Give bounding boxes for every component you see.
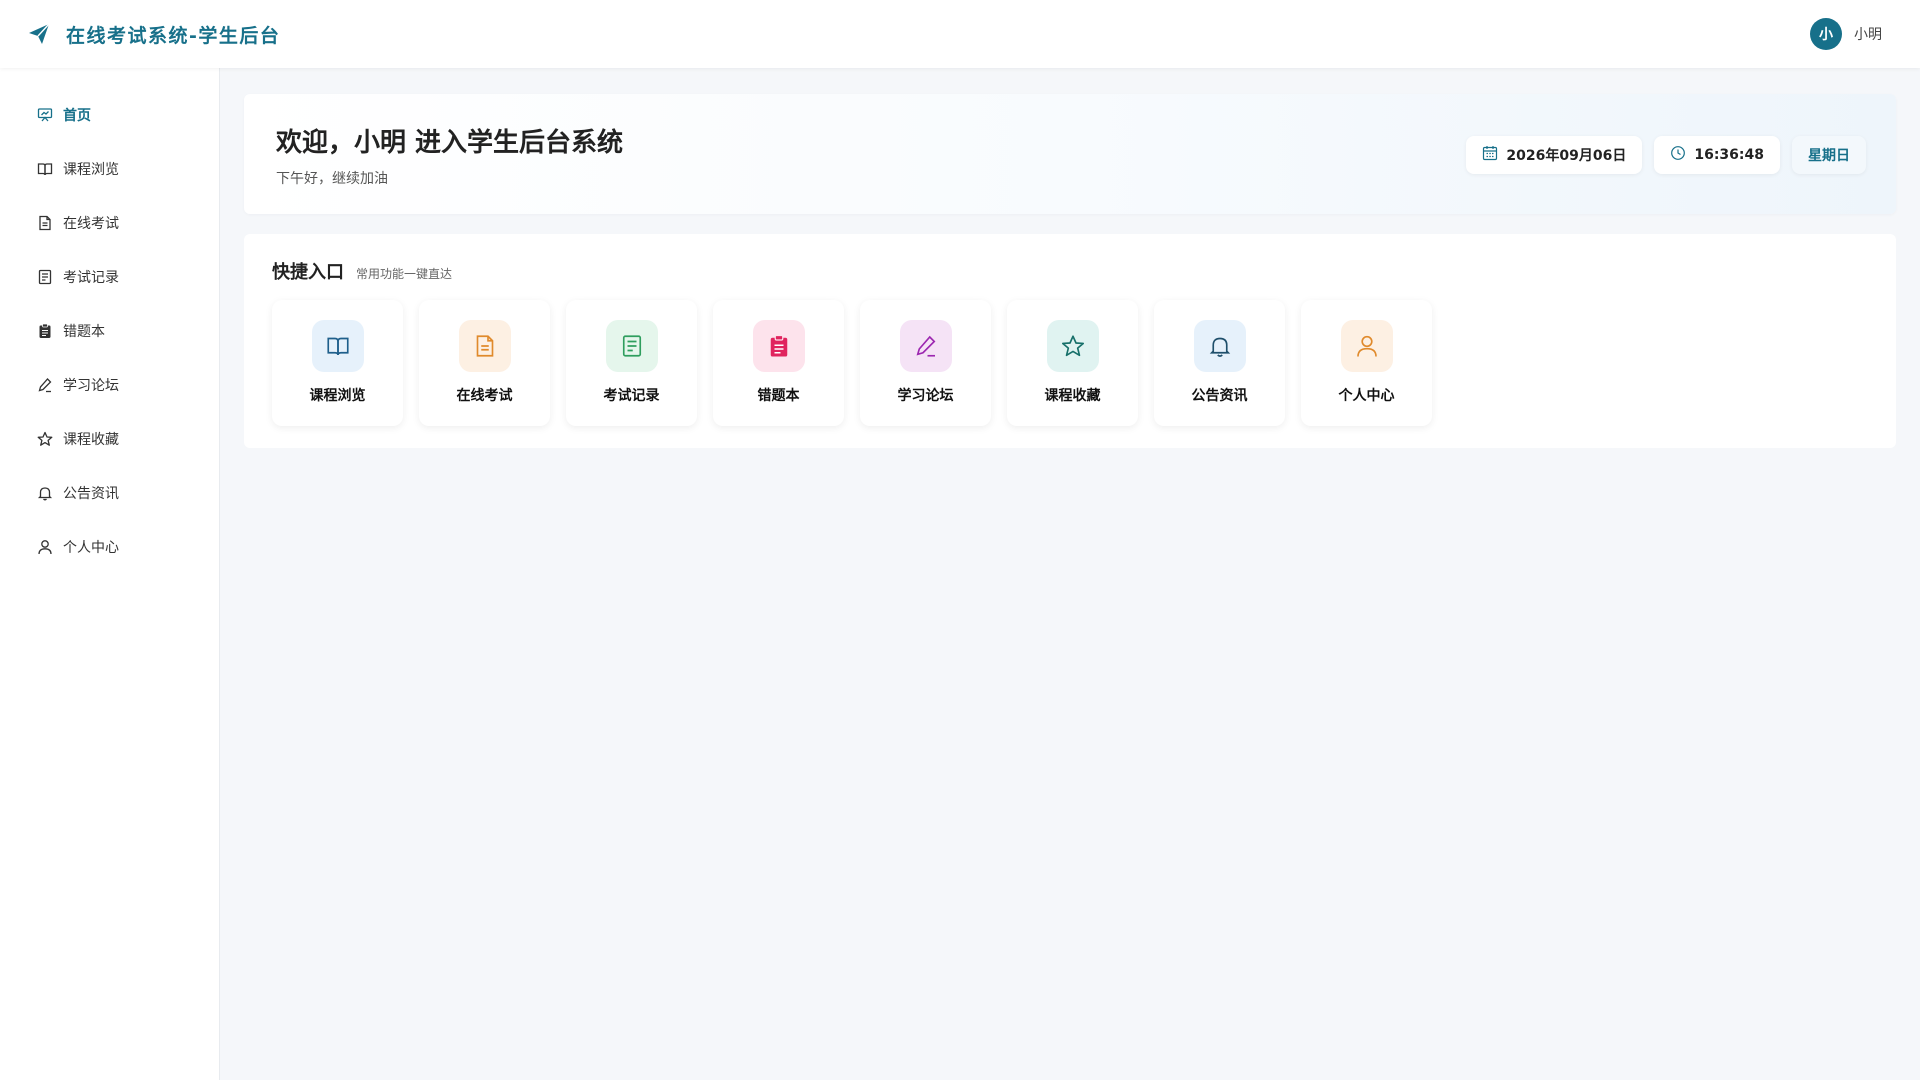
quick-access-header: 快捷入口 常用功能一键直达	[272, 258, 452, 284]
time-text: 16:36:48	[1694, 147, 1764, 163]
quick-card-favorites[interactable]: 课程收藏	[1007, 300, 1138, 426]
sidebar-item-online-exam[interactable]: 在线考试	[0, 196, 219, 250]
top-header: 在线考试系统-学生后台 小 小明	[0, 0, 1920, 68]
weekday-text: 星期日	[1808, 148, 1850, 164]
clipboard-icon	[752, 320, 805, 372]
quick-card-mistakes[interactable]: 错题本	[713, 300, 844, 426]
quick-card-label: 课程浏览	[309, 388, 366, 404]
quick-access-subtitle: 常用功能一键直达	[356, 267, 453, 281]
welcome-title: 欢迎，小明 进入学生后台系统	[276, 128, 624, 158]
paper-plane-icon	[26, 21, 52, 47]
welcome-subtitle: 下午好，继续加油	[276, 171, 388, 187]
weekday-pill: 星期日	[1792, 136, 1866, 174]
bell-icon	[36, 485, 53, 502]
sidebar-item-label: 公告资讯	[63, 486, 119, 502]
sidebar-item-forum[interactable]: 学习论坛	[0, 358, 219, 412]
sidebar-item-announcements[interactable]: 公告资讯	[0, 466, 219, 520]
user-icon	[1340, 320, 1393, 372]
quick-card-courses[interactable]: 课程浏览	[272, 300, 403, 426]
avatar[interactable]: 小	[1810, 18, 1842, 50]
app-title: 在线考试系统-学生后台	[66, 24, 281, 47]
book-icon	[311, 320, 364, 372]
sidebar: 首页 课程浏览 在线考试 考试记录 错题本 学习论坛 课程收藏 公告资讯 个人中…	[0, 68, 220, 1080]
sidebar-item-label: 课程收藏	[63, 432, 119, 448]
clipboard-icon	[36, 323, 53, 340]
book-icon	[36, 161, 53, 178]
quick-card-label: 学习论坛	[897, 388, 954, 404]
quick-card-announcements[interactable]: 公告资讯	[1154, 300, 1285, 426]
document-icon	[36, 215, 53, 232]
quick-access-title: 快捷入口	[272, 262, 344, 283]
sidebar-item-mistakes[interactable]: 错题本	[0, 304, 219, 358]
sidebar-item-courses[interactable]: 课程浏览	[0, 142, 219, 196]
sidebar-item-label: 在线考试	[63, 216, 119, 232]
quick-card-label: 公告资讯	[1191, 388, 1248, 404]
pen-icon	[899, 320, 952, 372]
quick-card-exam-records[interactable]: 考试记录	[566, 300, 697, 426]
time-pill: 16:36:48	[1654, 136, 1780, 174]
sidebar-item-label: 错题本	[63, 324, 105, 340]
sidebar-item-label: 课程浏览	[63, 162, 119, 178]
user-menu[interactable]: 小 小明	[1810, 18, 1882, 50]
quick-access-cards: 课程浏览 在线考试 考试记录 错题本 学习论坛 课程收藏 公告资讯 个人中心	[272, 300, 1432, 426]
quick-access-panel: 快捷入口 常用功能一键直达 课程浏览 在线考试 考试记录 错题本 学习论坛 课程…	[244, 234, 1896, 448]
sidebar-item-label: 学习论坛	[63, 378, 119, 394]
quick-card-online-exam[interactable]: 在线考试	[419, 300, 550, 426]
calendar-icon	[1482, 145, 1498, 165]
quick-card-profile[interactable]: 个人中心	[1301, 300, 1432, 426]
welcome-banner: 欢迎，小明 进入学生后台系统 下午好，继续加油 2026年09月06日 16:3…	[244, 94, 1896, 214]
sidebar-item-exam-records[interactable]: 考试记录	[0, 250, 219, 304]
sidebar-item-profile[interactable]: 个人中心	[0, 520, 219, 574]
pen-icon	[36, 377, 53, 394]
quick-card-label: 错题本	[757, 388, 800, 404]
sidebar-item-label: 首页	[63, 108, 91, 124]
quick-card-label: 在线考试	[456, 388, 513, 404]
document-icon	[458, 320, 511, 372]
date-pill: 2026年09月06日	[1466, 136, 1643, 174]
quick-card-label: 考试记录	[603, 388, 660, 404]
brand[interactable]: 在线考试系统-学生后台	[26, 21, 280, 48]
quick-card-label: 个人中心	[1338, 388, 1395, 404]
user-icon	[36, 539, 53, 556]
date-text: 2026年09月06日	[1506, 148, 1627, 164]
record-icon	[36, 269, 53, 286]
record-icon	[605, 320, 658, 372]
quick-card-label: 课程收藏	[1044, 388, 1101, 404]
star-icon	[36, 431, 53, 448]
bell-icon	[1193, 320, 1246, 372]
sidebar-item-label: 考试记录	[63, 270, 119, 286]
quick-card-forum[interactable]: 学习论坛	[860, 300, 991, 426]
presentation-icon	[36, 107, 53, 124]
sidebar-item-favorites[interactable]: 课程收藏	[0, 412, 219, 466]
user-name[interactable]: 小明	[1854, 24, 1882, 44]
sidebar-item-label: 个人中心	[63, 540, 119, 556]
star-icon	[1046, 320, 1099, 372]
clock-icon	[1670, 145, 1686, 165]
sidebar-item-home[interactable]: 首页	[0, 88, 219, 142]
datetime-pills: 2026年09月06日 16:36:48 星期日	[1466, 136, 1866, 174]
